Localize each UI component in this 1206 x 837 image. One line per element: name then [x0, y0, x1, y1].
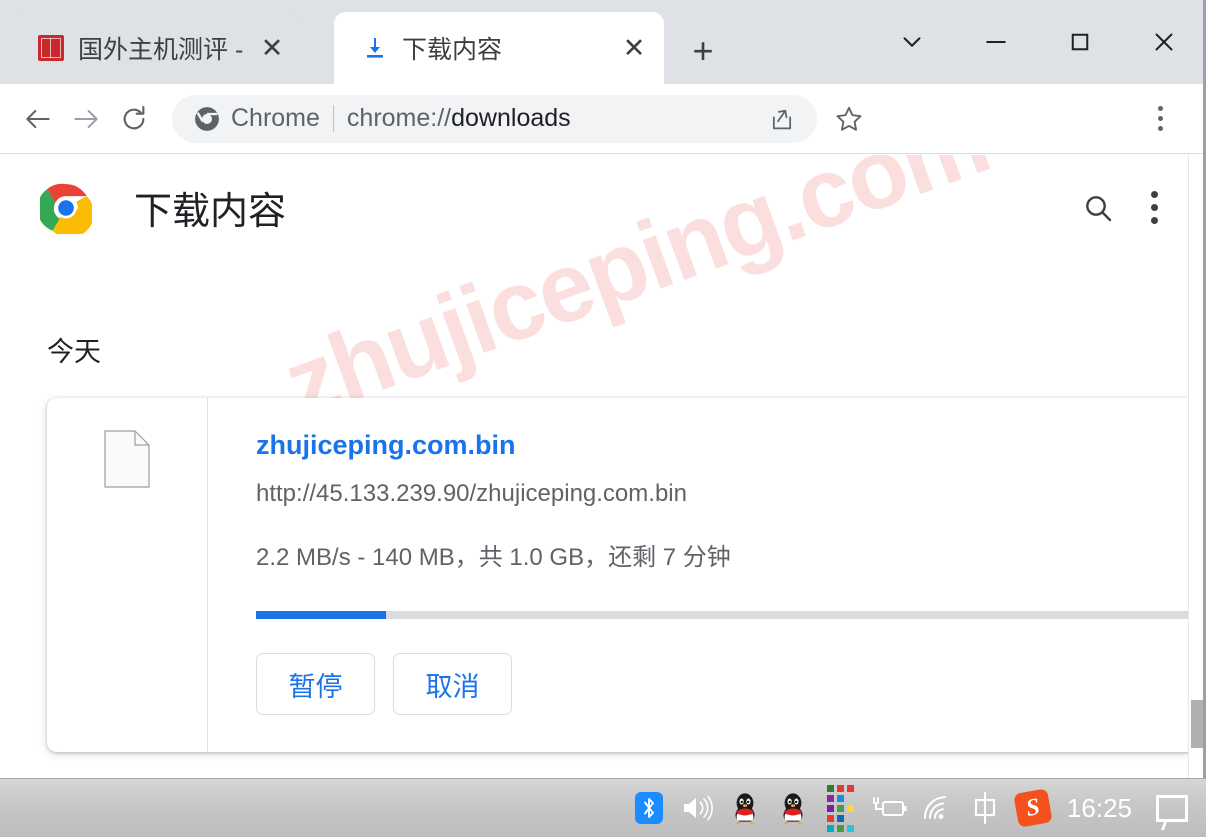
download-progress-fill: [256, 611, 386, 619]
notification-icon[interactable]: [1148, 785, 1196, 831]
omnibox-divider: [332, 105, 334, 132]
arrow-left-icon[interactable]: [14, 95, 62, 143]
close-icon[interactable]: ✕: [252, 28, 292, 68]
minimize-icon[interactable]: [954, 0, 1038, 84]
tab-strip: 国外主机测评 - 国 ✕ 下载内容 ✕ +: [0, 0, 1206, 84]
wifi-icon[interactable]: [913, 785, 961, 831]
url-prefix: chrome://: [346, 104, 452, 132]
battery-charging-icon[interactable]: [865, 785, 913, 831]
pause-button[interactable]: 暂停: [256, 653, 375, 715]
tab-downloads[interactable]: 下载内容 ✕: [334, 12, 664, 84]
download-item-card: zhujiceping.com.bin http://45.133.239.90…: [47, 398, 1196, 752]
download-status-text: 2.2 MB/s - 140 MB，共 1.0 GB，还剩 7 分钟: [256, 544, 731, 571]
download-source-url: http://45.133.239.90/zhujiceping.com.bin: [256, 480, 687, 507]
download-details: zhujiceping.com.bin http://45.133.239.90…: [208, 398, 1196, 752]
kebab-menu-icon[interactable]: [1126, 180, 1182, 236]
star-icon[interactable]: [825, 95, 873, 143]
download-actions: 暂停 取消: [256, 653, 1196, 715]
downloads-page: zhujiceping.com 下载内容 今天 zhujiceping.com.…: [0, 155, 1206, 778]
download-progress-bar: [256, 611, 1196, 619]
tab-title: 下载内容: [402, 36, 503, 64]
bluetooth-icon[interactable]: [625, 785, 673, 831]
page-title: 下载内容: [134, 191, 287, 233]
download-thumbnail: [47, 398, 208, 752]
sogou-icon[interactable]: S: [1009, 785, 1057, 831]
tab-background-page[interactable]: 国外主机测评 - 国 ✕: [14, 12, 302, 84]
share-icon[interactable]: [761, 98, 803, 140]
taskbar-clock[interactable]: 16:25: [1067, 793, 1132, 824]
windows-taskbar: S 16:25: [0, 778, 1206, 837]
system-tray: S 16:25: [625, 784, 1196, 832]
omnibox-url: chrome://downloads: [347, 104, 571, 133]
qq-icon-2[interactable]: [769, 785, 817, 831]
browser-toolbar: Chrome chrome://downloads: [0, 84, 1206, 154]
chrome-logo-icon: [194, 106, 220, 132]
ime-chinese-icon[interactable]: [961, 785, 1009, 831]
download-file-name[interactable]: zhujiceping.com.bin: [256, 432, 1196, 459]
cancel-button[interactable]: 取消: [393, 653, 512, 715]
omnibox-scheme-label: Chrome: [231, 104, 320, 132]
browser-menu-icon[interactable]: [1136, 95, 1184, 143]
site-favicon-icon: [38, 35, 64, 61]
tab-title: 国外主机测评 - 国: [78, 36, 252, 64]
window-controls: [870, 0, 1206, 84]
downloads-page-header: 下载内容: [0, 155, 1206, 260]
generic-file-icon: [104, 430, 150, 488]
chrome-logo-icon: [37, 182, 94, 238]
volume-icon[interactable]: [673, 785, 721, 831]
chevron-down-icon[interactable]: [870, 0, 954, 84]
qq-icon[interactable]: [721, 785, 769, 831]
arrow-right-icon[interactable]: [62, 95, 110, 143]
maximize-icon[interactable]: [1038, 0, 1122, 84]
address-bar[interactable]: Chrome chrome://downloads: [172, 94, 817, 143]
section-label-today: 今天: [47, 337, 101, 367]
new-tab-button[interactable]: +: [680, 28, 726, 74]
header-actions: [1070, 180, 1182, 236]
close-icon[interactable]: ✕: [614, 28, 654, 68]
reload-icon[interactable]: [110, 95, 158, 143]
url-path: downloads: [451, 104, 571, 132]
color-grid-icon[interactable]: [817, 784, 865, 832]
browser-window: 国外主机测评 - 国 ✕ 下载内容 ✕ +: [0, 0, 1206, 837]
close-icon[interactable]: [1122, 0, 1206, 84]
download-icon: [362, 35, 388, 61]
search-icon[interactable]: [1070, 180, 1126, 236]
